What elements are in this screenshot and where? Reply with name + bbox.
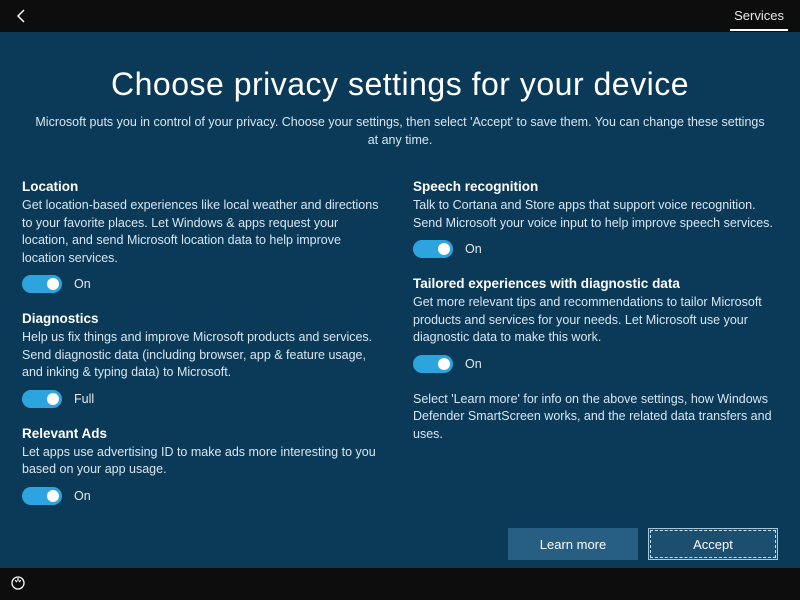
footer-bar (0, 568, 800, 600)
page-title: Choose privacy settings for your device (22, 66, 778, 103)
setting-speech: Speech recognition Talk to Cortana and S… (413, 179, 778, 258)
setting-title: Diagnostics (22, 311, 387, 326)
button-row: Learn more Accept (508, 528, 778, 560)
right-column: Speech recognition Talk to Cortana and S… (413, 179, 778, 523)
toggle-label: On (74, 489, 91, 503)
tab-services[interactable]: Services (730, 2, 788, 31)
setting-desc: Let apps use advertising ID to make ads … (22, 444, 387, 479)
setting-desc: Get location-based experiences like loca… (22, 197, 387, 267)
learn-more-note: Select 'Learn more' for info on the abov… (413, 391, 778, 444)
topbar: Services (0, 0, 800, 32)
setting-relevant-ads: Relevant Ads Let apps use advertising ID… (22, 426, 387, 505)
setting-tailored: Tailored experiences with diagnostic dat… (413, 276, 778, 373)
setting-location: Location Get location-based experiences … (22, 179, 387, 293)
accept-button[interactable]: Accept (648, 528, 778, 560)
toggle-tailored[interactable] (413, 355, 453, 373)
back-arrow-icon[interactable] (12, 6, 32, 26)
content-area: Choose privacy settings for your device … (0, 32, 800, 552)
setting-title: Speech recognition (413, 179, 778, 194)
page-subtitle: Microsoft puts you in control of your pr… (30, 113, 770, 149)
toggle-diagnostics[interactable] (22, 390, 62, 408)
toggle-label: Full (74, 392, 94, 406)
toggle-label: On (465, 242, 482, 256)
setting-desc: Get more relevant tips and recommendatio… (413, 294, 778, 347)
setting-diagnostics: Diagnostics Help us fix things and impro… (22, 311, 387, 408)
setting-desc: Talk to Cortana and Store apps that supp… (413, 197, 778, 232)
setting-desc: Help us fix things and improve Microsoft… (22, 329, 387, 382)
toggle-label: On (465, 357, 482, 371)
setting-title: Relevant Ads (22, 426, 387, 441)
toggle-relevant-ads[interactable] (22, 487, 62, 505)
toggle-speech[interactable] (413, 240, 453, 258)
toggle-location[interactable] (22, 275, 62, 293)
setting-title: Tailored experiences with diagnostic dat… (413, 276, 778, 291)
left-column: Location Get location-based experiences … (22, 179, 387, 523)
toggle-label: On (74, 277, 91, 291)
learn-more-button[interactable]: Learn more (508, 528, 638, 560)
accessibility-icon[interactable] (10, 575, 28, 593)
setting-title: Location (22, 179, 387, 194)
